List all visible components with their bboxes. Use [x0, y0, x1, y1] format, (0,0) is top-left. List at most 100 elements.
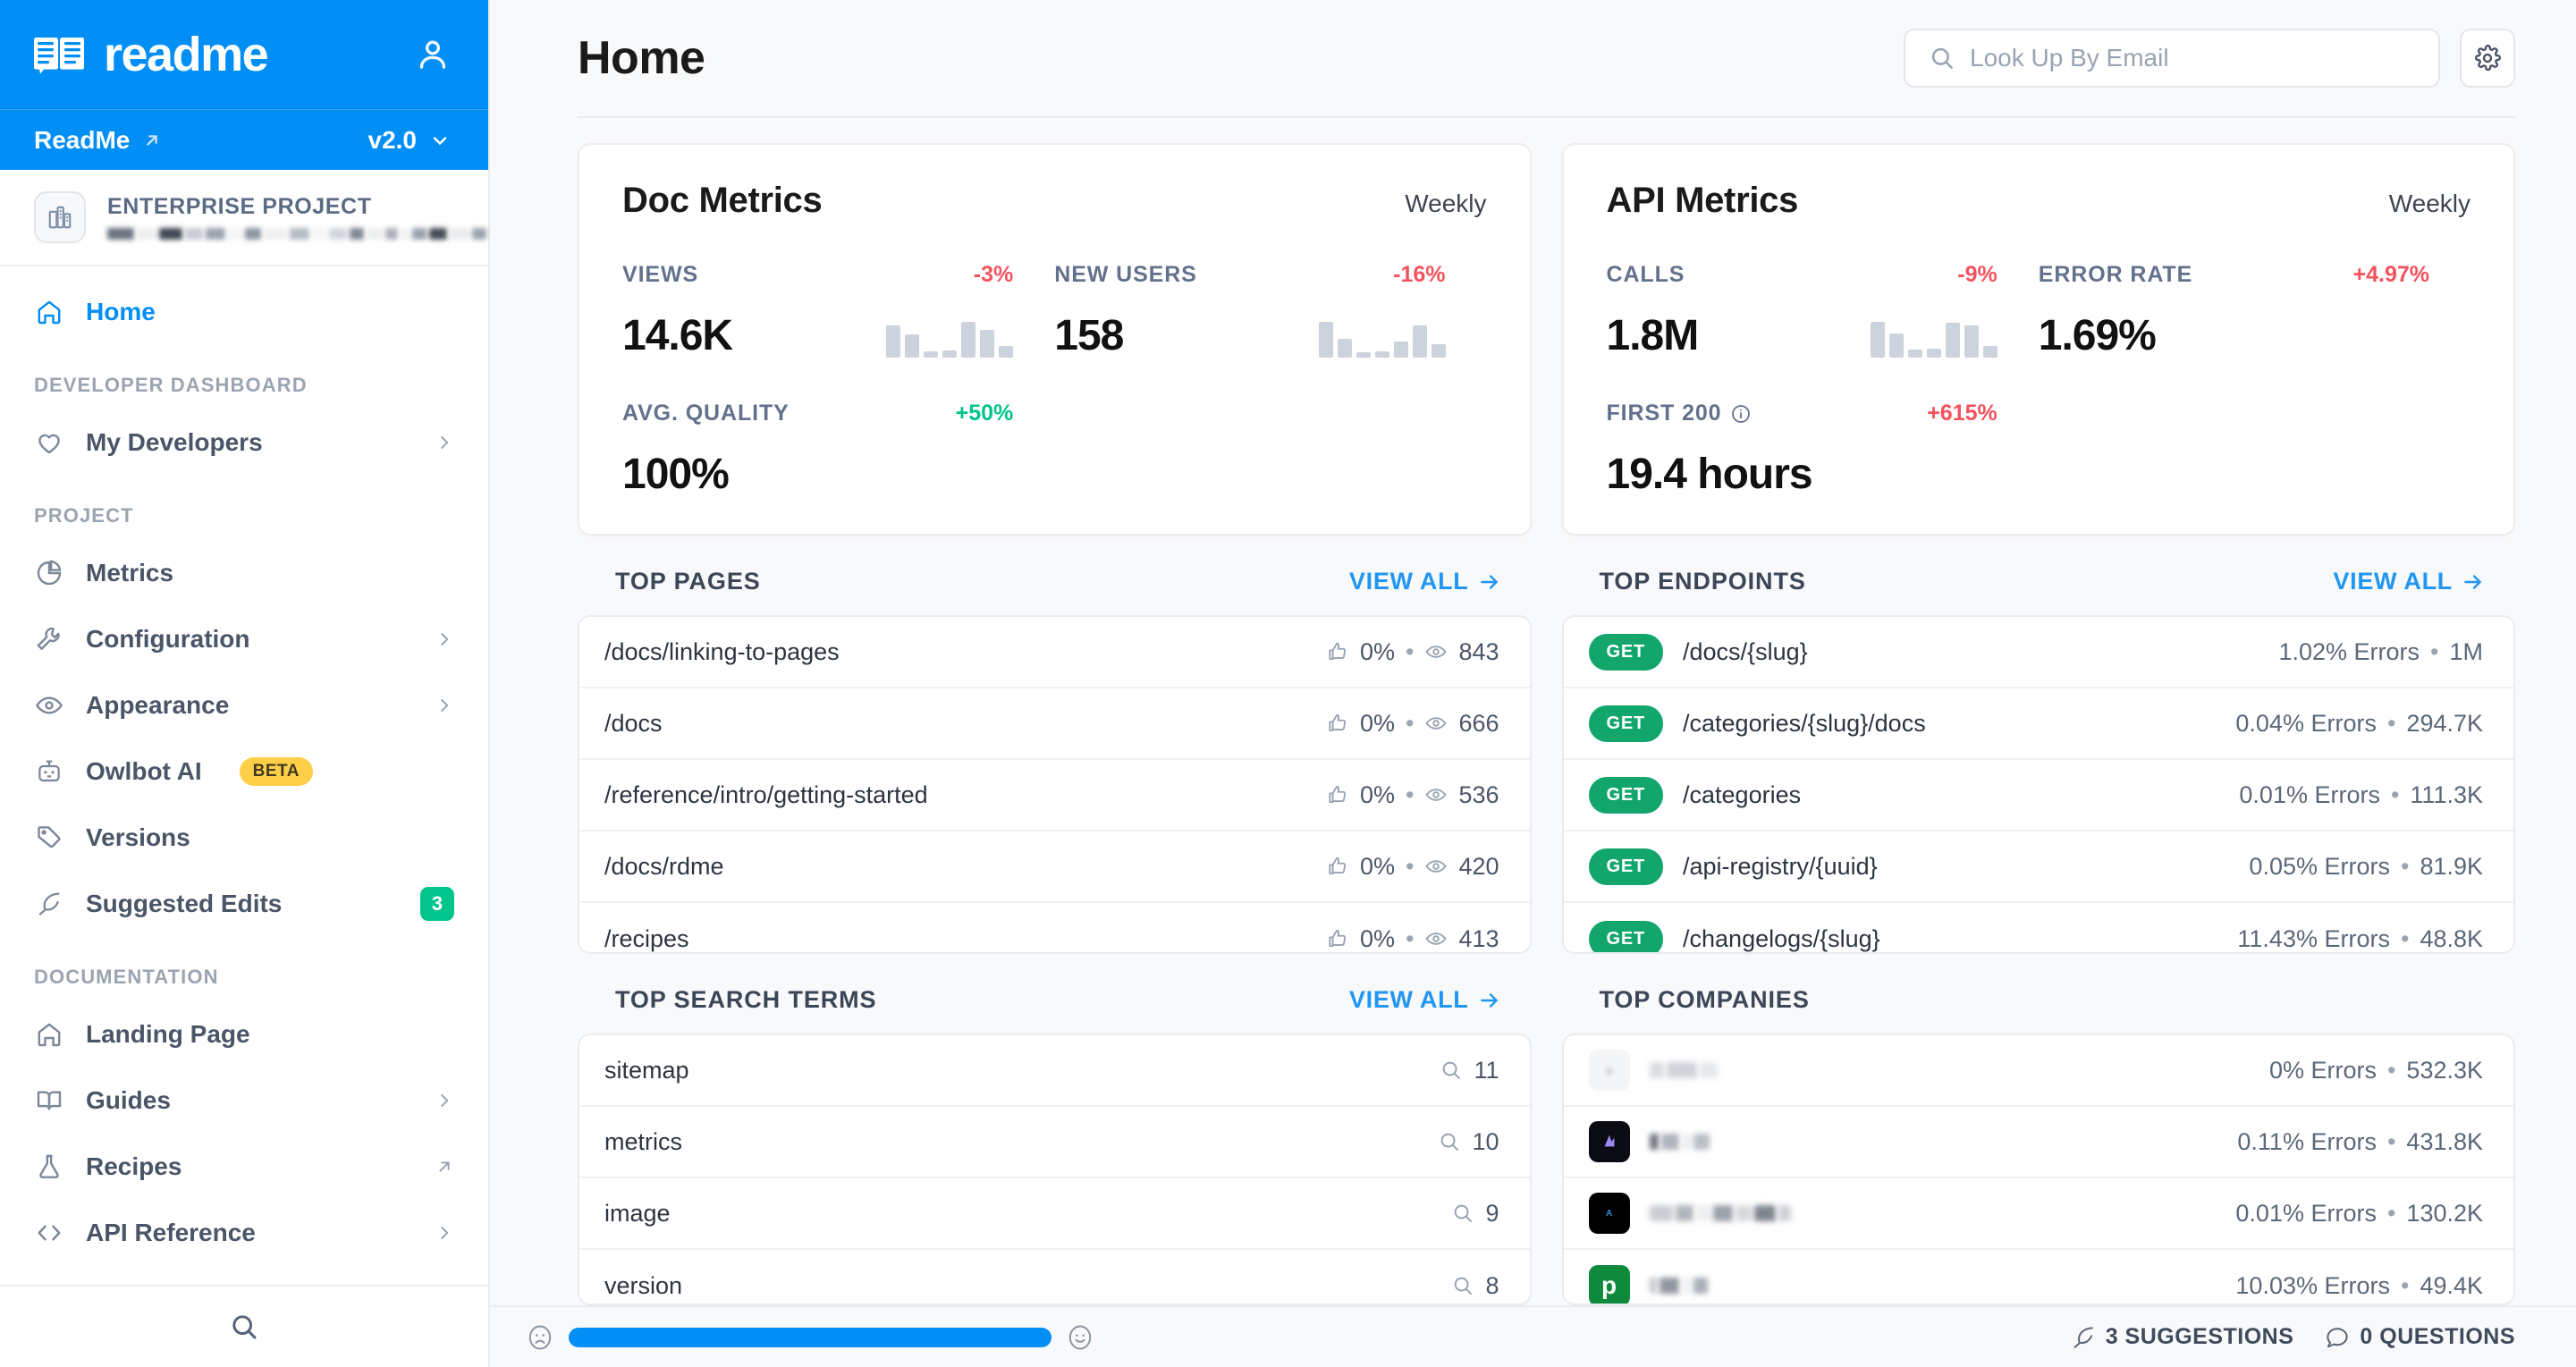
info-circle-icon[interactable]: [1730, 403, 1752, 425]
home-icon: [34, 297, 64, 327]
rating-progress-bar[interactable]: [569, 1328, 1052, 1347]
separator: •: [2391, 781, 2399, 809]
http-method-badge: GET: [1589, 777, 1664, 814]
sidebar-item-my-developers[interactable]: My Developers: [0, 409, 488, 476]
settings-button[interactable]: [2460, 29, 2515, 88]
wrench-icon: [34, 624, 64, 654]
table-row[interactable]: /docs 0% • 666: [579, 688, 1530, 760]
sidebar-section-heading-developer-dashboard: DEVELOPER DASHBOARD: [0, 345, 488, 409]
period-selector[interactable]: Weekly: [1405, 190, 1486, 218]
table-row[interactable]: GET /api-registry/{uuid} 0.05% Errors • …: [1564, 831, 2514, 903]
table-row[interactable]: GET /docs/{slug} 1.02% Errors • 1M: [1564, 617, 2514, 688]
page-path: /docs: [604, 710, 663, 738]
sidebar-item-metrics[interactable]: Metrics: [0, 540, 488, 606]
top-endpoints-list: GET /docs/{slug} 1.02% Errors • 1M: [1562, 615, 2516, 954]
page-views: 420: [1458, 853, 1499, 881]
section-title: TOP PAGES: [615, 568, 761, 595]
project-switcher[interactable]: ReadMe v2.0: [0, 109, 488, 170]
flask-icon: [34, 1152, 64, 1182]
top-pages-header: TOP PAGES VIEW ALL: [578, 559, 1532, 615]
external-link-icon: [435, 1157, 454, 1177]
logo-glyph-icon: [1598, 1130, 1621, 1153]
enterprise-project-header[interactable]: ENTERPRISE PROJECT: [0, 170, 488, 266]
bottom-bar-stats: 3 SUGGESTIONS 0 QUESTIONS: [2070, 1324, 2515, 1351]
table-row[interactable]: GET /categories/{slug}/docs 0.04% Errors…: [1564, 688, 2514, 760]
sidebar-item-landing-page[interactable]: Landing Page: [0, 1001, 488, 1067]
smiling-face-icon[interactable]: [1066, 1323, 1094, 1352]
doc-metrics-card: Doc Metrics Weekly VIEWS -3% 14.6K: [578, 143, 1532, 536]
project-name-group[interactable]: ReadMe: [34, 126, 162, 155]
calls-sparkline: [1871, 318, 1997, 358]
table-row[interactable]: GET /changelogs/{slug} 11.43% Errors • 4…: [1564, 903, 2514, 954]
user-avatar-icon[interactable]: [415, 37, 451, 72]
view-all-endpoints[interactable]: VIEW ALL: [2333, 568, 2485, 595]
eye-icon: [1424, 855, 1448, 878]
sidebar-item-label: Metrics: [86, 559, 454, 587]
thumbs-up-icon: [1326, 855, 1349, 878]
company-errors: 0.11% Errors: [2237, 1128, 2377, 1156]
table-row[interactable]: sitemap 11: [579, 1035, 1530, 1107]
table-row[interactable]: p 10.03% Errors • 49.4K: [1564, 1250, 2514, 1305]
enterprise-text: ENTERPRISE PROJECT: [107, 194, 486, 241]
table-row[interactable]: /recipes 0% • 413: [579, 903, 1530, 954]
rating-widget[interactable]: [526, 1323, 1094, 1352]
table-row[interactable]: metrics 10: [579, 1107, 1530, 1178]
view-all-search-terms[interactable]: VIEW ALL: [1349, 986, 1501, 1014]
sidebar-item-versions[interactable]: Versions: [0, 805, 488, 871]
page-path: /reference/intro/getting-started: [604, 781, 928, 809]
right-column: API Metrics Weekly CALLS -9% 1.8M: [1562, 143, 2516, 1305]
table-row[interactable]: ◍ 0% Errors • 532.3K: [1564, 1035, 2514, 1107]
questions-label: 0 QUESTIONS: [2360, 1324, 2515, 1350]
sidebar-item-suggested-edits[interactable]: Suggested Edits 3: [0, 871, 488, 937]
table-row[interactable]: 0.11% Errors • 431.8K: [1564, 1107, 2514, 1178]
eye-icon: [1424, 640, 1448, 663]
sidebar-item-label: API Reference: [86, 1219, 413, 1247]
top-companies-list: ◍ 0% Errors • 532.3K: [1562, 1034, 2516, 1305]
view-all-label: VIEW ALL: [1349, 986, 1469, 1014]
sidebar-item-label: My Developers: [86, 428, 413, 457]
table-row[interactable]: image 9: [579, 1178, 1530, 1250]
sidebar-search-button[interactable]: [0, 1285, 488, 1367]
search-count: 10: [1472, 1128, 1499, 1156]
sidebar-item-home[interactable]: Home: [0, 279, 488, 345]
email-lookup-search[interactable]: [1904, 29, 2440, 88]
stat-delta: -9%: [1957, 262, 1997, 288]
period-selector[interactable]: Weekly: [2389, 190, 2470, 218]
suggestions-stat[interactable]: 3 SUGGESTIONS: [2070, 1324, 2294, 1351]
book-open-icon: [34, 1085, 64, 1116]
view-all-top-pages[interactable]: VIEW ALL: [1349, 568, 1501, 595]
table-row[interactable]: version 8: [579, 1250, 1530, 1305]
version-selector[interactable]: v2.0: [368, 126, 452, 155]
brand-logo-group[interactable]: readme: [34, 30, 267, 79]
sidebar-item-recipes[interactable]: Recipes: [0, 1134, 488, 1200]
page-header: Home: [490, 0, 2576, 116]
frowning-face-icon[interactable]: [526, 1323, 554, 1352]
top-endpoints-header: TOP ENDPOINTS VIEW ALL: [1562, 559, 2516, 615]
endpoint-errors: 1.02% Errors: [2278, 638, 2420, 666]
questions-stat[interactable]: 0 QUESTIONS: [2324, 1324, 2515, 1351]
company-name-redacted: [1650, 1060, 1718, 1080]
sidebar-item-guides[interactable]: Guides: [0, 1067, 488, 1134]
page-path: /recipes: [604, 925, 689, 953]
eye-icon: [1424, 927, 1448, 950]
version-label: v2.0: [368, 126, 418, 155]
sidebar-item-appearance[interactable]: Appearance: [0, 672, 488, 738]
table-row[interactable]: A 0.01% Errors •: [1564, 1178, 2514, 1250]
table-row[interactable]: /reference/intro/getting-started 0% • 53…: [579, 760, 1530, 831]
table-row[interactable]: /docs/linking-to-pages 0% • 843: [579, 617, 1530, 688]
stat-label-group: FIRST 200: [1607, 401, 1753, 426]
thumbs-up-icon: [1326, 783, 1349, 806]
left-column: Doc Metrics Weekly VIEWS -3% 14.6K: [578, 143, 1532, 1305]
search-input[interactable]: [1970, 44, 2415, 72]
sidebar-item-api-reference[interactable]: API Reference: [0, 1200, 488, 1266]
table-row[interactable]: GET /categories 0.01% Errors • 111.3K: [1564, 760, 2514, 831]
thumbs-up-icon: [1326, 640, 1349, 663]
sidebar-item-owlbot-ai[interactable]: Owlbot AI BETA: [0, 738, 488, 805]
endpoint-path: /changelogs/{slug}: [1683, 925, 1880, 953]
company-calls: 49.4K: [2420, 1272, 2483, 1300]
sidebar-item-configuration[interactable]: Configuration: [0, 606, 488, 672]
section-title: TOP COMPANIES: [1600, 986, 1810, 1014]
stat-delta: +50%: [956, 401, 1014, 426]
table-row[interactable]: /docs/rdme 0% • 420: [579, 831, 1530, 903]
project-name: ReadMe: [34, 126, 130, 155]
